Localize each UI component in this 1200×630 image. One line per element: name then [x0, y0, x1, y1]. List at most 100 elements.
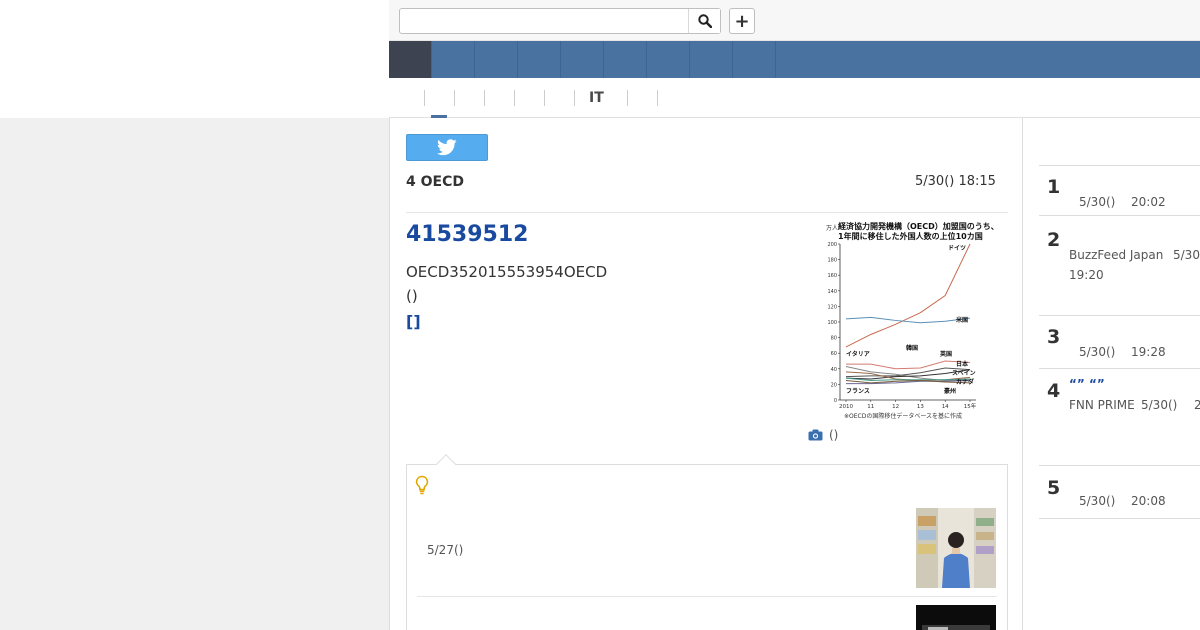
ranking-item[interactable]: 4 “” “” FNN PRIME 5/30() 2 — [1039, 368, 1200, 465]
ranking-number: 3 — [1047, 326, 1061, 348]
search-button[interactable] — [688, 9, 720, 33]
chart-series-label: フランス — [846, 388, 870, 395]
chart-y-tick-label: 140 — [827, 289, 837, 295]
subnav-item-6[interactable] — [627, 90, 657, 106]
ranking-number: 5 — [1047, 477, 1061, 499]
ranking-time: 19:28 — [1131, 345, 1166, 359]
chart-y-tick-label: 20 — [831, 382, 837, 388]
ranking-sidebar: 1 5/30() 20:02 2 BuzzFeed Japan 5/30 19:… — [1023, 118, 1200, 630]
chart-series-label: 日本 — [956, 360, 969, 368]
chart-x-tick-label: 11 — [867, 404, 874, 410]
subnav-item-1[interactable] — [454, 90, 484, 106]
subnav-item-3[interactable] — [514, 90, 544, 106]
article-main: 4 OECD 5/30() 18:15 41539512 OECD3520155… — [389, 118, 1023, 630]
subnav-item-7[interactable] — [657, 90, 687, 106]
ranking-date: 5/30 — [1173, 248, 1200, 262]
divider — [406, 212, 1008, 213]
related-date: 5/27() — [427, 543, 464, 557]
related-thumbnail-1[interactable] — [916, 508, 996, 588]
header: + — [389, 0, 1200, 41]
nav-item-8[interactable] — [733, 41, 776, 78]
chart-title-line1: 経済協力開発機構（OECD）加盟国のうち、 — [838, 221, 996, 231]
related-notch — [436, 454, 456, 474]
ranking-item[interactable]: 3 5/30() 19:28 — [1039, 315, 1200, 368]
related-divider — [417, 596, 997, 597]
chart-y-tick-label: 160 — [827, 273, 837, 279]
ranking-item[interactable]: 1 5/30() 20:02 — [1039, 165, 1200, 215]
chart-note: ※OECDの国際移住データベースを基に作成 — [844, 412, 962, 420]
add-button[interactable]: + — [729, 8, 755, 34]
chart-series-label: 英国 — [939, 350, 952, 358]
camera-icon — [808, 429, 823, 441]
chart-y-tick-label: 0 — [834, 398, 837, 404]
chart-y-tick-label: 180 — [827, 258, 837, 264]
related-thumbnail-2[interactable] — [916, 605, 996, 630]
chart-series-label: 豪州 — [944, 387, 956, 395]
nav-item-7[interactable] — [690, 41, 733, 78]
search-input[interactable] — [400, 9, 688, 33]
article-headline[interactable]: 41539512 — [406, 222, 528, 247]
photo-credit: () — [808, 428, 838, 442]
nav-item-2[interactable] — [475, 41, 518, 78]
chart-series-line — [846, 360, 971, 370]
main-nav — [389, 41, 1200, 78]
chart-series-label: スペイン — [952, 370, 976, 377]
subnav-item-4[interactable] — [544, 90, 574, 106]
ranking-number: 1 — [1047, 176, 1061, 198]
chart-x-tick-label: 15年 — [964, 402, 977, 410]
nav-item-5[interactable] — [604, 41, 647, 78]
subnav-item-it[interactable]: IT — [574, 90, 627, 106]
chart-series-label: ドイツ — [948, 245, 966, 252]
lightbulb-icon — [415, 475, 429, 495]
article-more-link[interactable]: [] — [406, 312, 421, 331]
chart-x-tick-label: 2010 — [839, 404, 853, 410]
ranking-number: 4 — [1047, 380, 1061, 402]
chart-y-tick-label: 100 — [827, 320, 837, 326]
subnav-item-0[interactable] — [424, 90, 454, 106]
ranking-time: 20:02 — [1131, 195, 1166, 209]
chart-x-tick-label: 12 — [892, 404, 899, 410]
chart-series-label: 韓国 — [906, 344, 918, 352]
photo-credit-text: () — [829, 428, 839, 442]
tweet-button[interactable] — [406, 134, 488, 161]
article-body-line1: OECD352015553954OECD — [406, 263, 608, 281]
ranking-item[interactable]: 5 5/30() 20:08 — [1039, 465, 1200, 519]
ranking-number: 2 — [1047, 229, 1061, 251]
ranking-date: 5/30() — [1079, 494, 1116, 508]
nav-item-6[interactable] — [647, 41, 690, 78]
chart-y-tick-label: 60 — [831, 351, 837, 357]
subnav-item-2[interactable] — [484, 90, 514, 106]
nav-item-4[interactable] — [561, 41, 604, 78]
chart-series-label: イタリア — [846, 350, 870, 358]
ranking-time: 20:08 — [1131, 494, 1166, 508]
article-body-line2: () — [406, 287, 418, 305]
chart-y-tick-label: 120 — [827, 304, 837, 310]
ranking-source: BuzzFeed Japan — [1069, 248, 1164, 262]
nav-item-home[interactable] — [389, 41, 432, 78]
article-chart-image[interactable]: 経済協力開発機構（OECD）加盟国のうち、 1年間に移住した外国人数の上位10カ… — [824, 218, 999, 424]
nav-item-3[interactable] — [518, 41, 561, 78]
ranking-date: 5/30() — [1141, 398, 1178, 412]
chart-series-label: 米国 — [956, 316, 968, 324]
ranking-source: FNN PRIME — [1069, 398, 1135, 412]
chart-series-label: カナダ — [956, 378, 974, 386]
ranking-date: 5/30() — [1079, 345, 1116, 359]
ranking-item[interactable]: 2 BuzzFeed Japan 5/30 19:20 — [1039, 215, 1200, 315]
chart-ylabel: 万人 — [826, 225, 838, 232]
ranking-time: 19:20 — [1069, 268, 1104, 282]
chart-y-tick-label: 200 — [827, 242, 837, 248]
chart-y-tick-label: 40 — [831, 367, 837, 373]
chart-series-line — [845, 243, 971, 348]
article-source: 4 OECD — [406, 174, 464, 190]
category-subnav: IT — [389, 78, 1200, 119]
twitter-icon — [437, 139, 457, 156]
chart-x-tick-label: 14 — [942, 404, 949, 410]
nav-item-1[interactable] — [432, 41, 475, 78]
chart-x-tick-label: 13 — [917, 404, 924, 410]
search-icon — [697, 14, 712, 28]
chart-y-tick-label: 80 — [831, 336, 837, 342]
ranking-time: 2 — [1194, 398, 1200, 412]
ranking-date: 5/30() — [1079, 195, 1116, 209]
ranking-title-link[interactable]: “” “” — [1069, 377, 1105, 391]
article-date: 5/30() 18:15 — [915, 174, 996, 189]
